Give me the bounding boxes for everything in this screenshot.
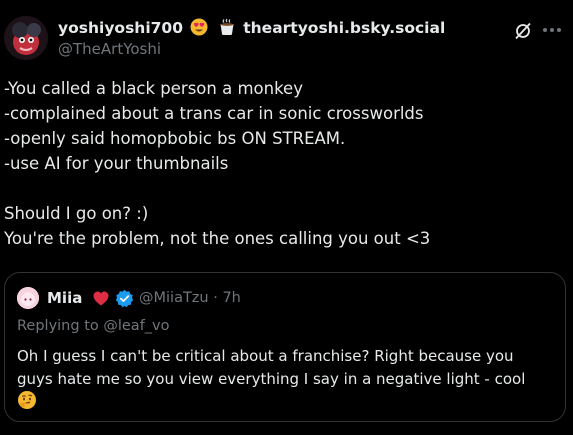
heart-eyes-emoji-icon	[190, 18, 208, 40]
author-handle[interactable]: @TheArtYoshi	[58, 40, 161, 58]
quoted-author-name: Miia	[47, 289, 83, 307]
author-name-suffix: theartyoshi.bsky.social	[243, 19, 446, 37]
quoted-post-body: Oh I guess I can't be critical about a f…	[17, 347, 526, 388]
quoted-author-handle: @MiiaTzu	[139, 290, 209, 306]
red-heart-icon	[93, 291, 109, 306]
quoted-post-card[interactable]: Miia @MiiaTzu · 7h Replying to @leaf_vo …	[4, 272, 566, 422]
quoted-post-time: 7h	[222, 290, 241, 306]
replying-to-text: Replying to @leaf_vo	[17, 318, 170, 334]
post-body-text: -You called a black person a monkey -com…	[4, 79, 431, 248]
thinking-face-icon	[18, 391, 36, 409]
meta-separator: ·	[213, 290, 218, 306]
author-avatar[interactable]	[4, 16, 48, 60]
author-display-name[interactable]: yoshiyoshi700 theartyoshi.bsky.social	[58, 18, 445, 40]
more-icon[interactable]	[540, 20, 564, 40]
author-name-text: yoshiyoshi700	[58, 19, 184, 37]
verified-badge-icon	[115, 289, 134, 308]
hot-beverage-emoji-icon	[218, 18, 236, 40]
grok-icon[interactable]	[513, 21, 533, 41]
quoted-post-meta: @MiiaTzu · 7h	[139, 290, 241, 306]
quoted-author-avatar	[17, 287, 39, 309]
